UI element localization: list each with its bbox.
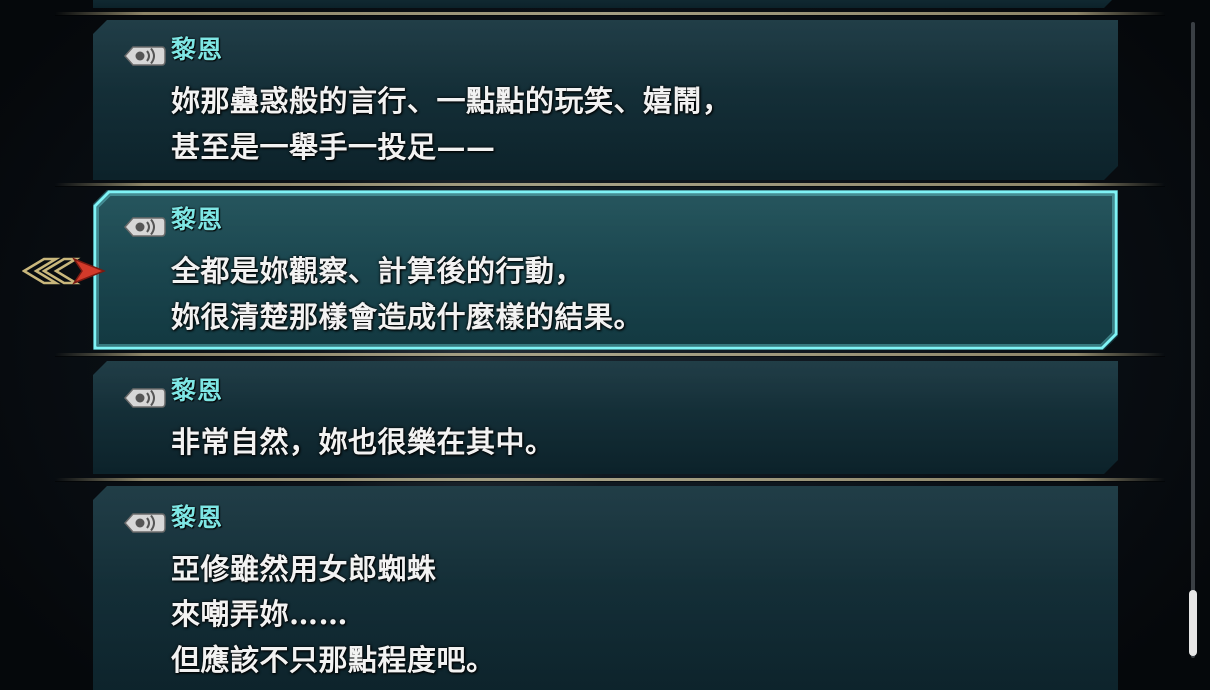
dialogue-line: 非常自然，妳也很樂在其中。 [171,425,555,459]
scrollbar-track[interactable] [1191,22,1195,658]
voice-replay-icon[interactable] [120,384,166,412]
speaker-name: 黎恩 [171,503,224,532]
dialogue-line: 甚至是一舉手一投足—— [171,130,496,164]
divider [55,353,1165,357]
log-entry[interactable]: 黎恩 非常自然，妳也很樂在其中。 [93,361,1118,474]
log-entry-previous[interactable] [93,0,1118,8]
log-entry[interactable]: 黎恩 妳那蠱惑般的言行、一點點的玩笑、嬉鬧， 甚至是一舉手一投足—— [93,20,1118,180]
scrollbar-thumb[interactable] [1189,590,1197,656]
selection-cursor-icon [22,257,106,285]
voice-replay-icon[interactable] [120,42,166,70]
dialogue-line: 亞修雖然用女郎蜘蛛 [171,552,437,586]
dialogue-line: 但應該不只那點程度吧。 [171,643,496,677]
log-entry-selected[interactable]: 黎恩 全都是妳觀察、計算後的行動， 妳很清楚那樣會造成什麼樣的結果。 [93,190,1118,350]
dialogue-line: 妳那蠱惑般的言行、一點點的玩笑、嬉鬧， [171,84,732,118]
speaker-name: 黎恩 [171,35,224,64]
dialogue-line: 妳很清楚那樣會造成什麼樣的結果。 [171,300,644,334]
dialogue-line: 來嘲弄妳…… [171,597,349,631]
divider [55,183,1165,187]
speaker-name: 黎恩 [171,205,224,234]
log-entry[interactable]: 黎恩 亞修雖然用女郎蜘蛛 來嘲弄妳…… 但應該不只那點程度吧。 [93,486,1118,690]
divider [55,12,1165,16]
voice-replay-icon[interactable] [120,509,166,537]
dialogue-line: 全都是妳觀察、計算後的行動， [171,254,585,288]
voice-replay-icon[interactable] [120,213,166,241]
divider [55,478,1165,482]
speaker-name: 黎恩 [171,376,224,405]
